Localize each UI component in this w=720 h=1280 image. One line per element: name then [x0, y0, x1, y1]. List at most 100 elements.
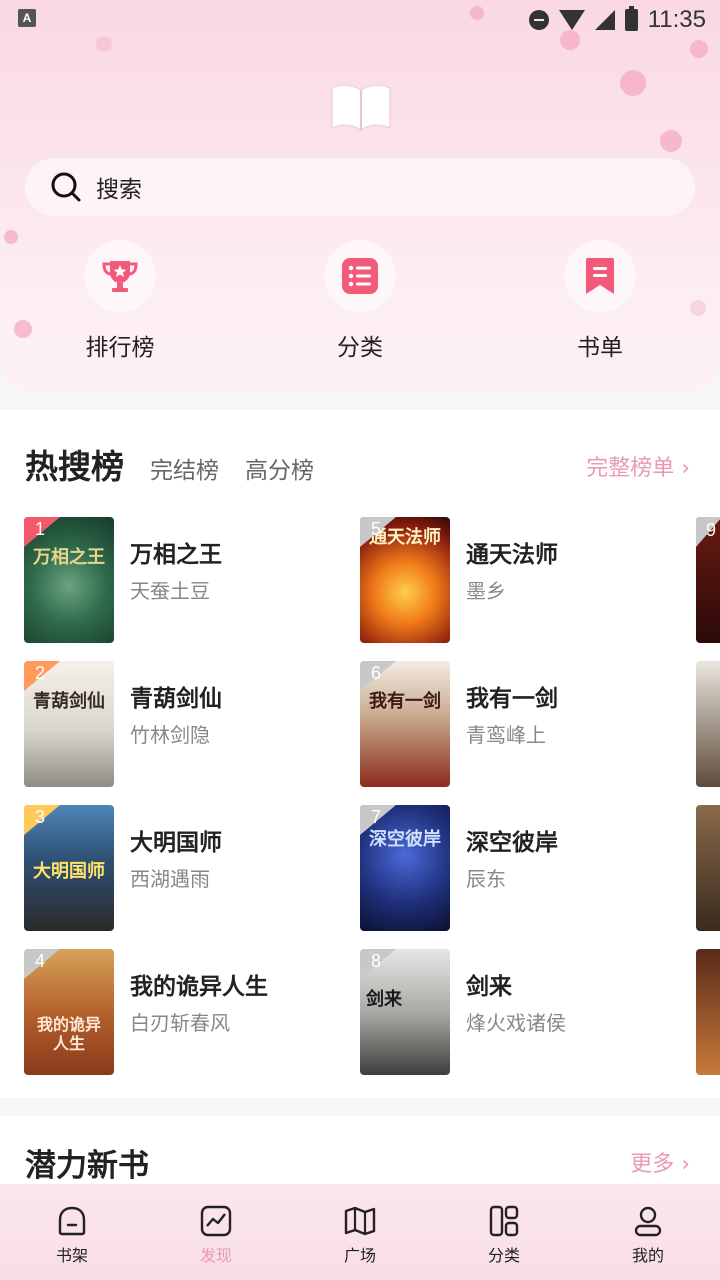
header-banner: A 11:35 搜索 排行榜 分类 书单	[0, 0, 720, 392]
book-item[interactable]: 我有一剑 6 我有一剑 青鸾峰上	[360, 661, 690, 787]
rank-number: 2	[35, 663, 46, 683]
book-cover: 我有一剑 6	[360, 661, 450, 787]
blossom-decoration	[96, 36, 112, 52]
book-title: 我的诡异人生	[130, 974, 268, 1000]
book-title: 大明国师	[130, 830, 222, 856]
more-link[interactable]: 更多 ›	[630, 1146, 690, 1178]
blossom-decoration	[620, 70, 646, 96]
category-entry[interactable]: 分类	[285, 240, 435, 362]
book-cover-peek[interactable]	[696, 949, 720, 1075]
cover-title: 万相之王	[33, 547, 105, 568]
book-author: 竹林剑隐	[130, 723, 210, 747]
open-book-icon	[331, 84, 391, 132]
notification-icon: A	[18, 9, 36, 27]
bottom-navigation: 书架 发现 广场 分类 我的	[0, 1184, 720, 1280]
booklist-label: 书单	[577, 335, 623, 361]
book-cover: 深空彼岸 7	[360, 805, 450, 931]
tab-hot-search[interactable]: 热搜榜	[25, 440, 124, 488]
book-author: 青鸾峰上	[466, 723, 546, 747]
book-author: 天蚕土豆	[130, 579, 210, 603]
category-icon	[489, 1205, 519, 1237]
signal-icon	[594, 10, 615, 30]
book-title: 剑来	[466, 974, 512, 1000]
status-bar: A 11:35	[0, 0, 720, 36]
book-author: 白刃斩春风	[130, 1011, 230, 1035]
rank-number: 1	[35, 519, 46, 539]
nav-category[interactable]: 分类	[432, 1184, 576, 1280]
book-title: 万相之王	[130, 542, 222, 568]
cover-title: 青葫剑仙	[33, 691, 105, 712]
book-cover-peek[interactable]	[696, 661, 720, 787]
book-author: 西湖遇雨	[130, 867, 210, 891]
rank-number: 3	[35, 807, 46, 827]
book-title: 深空彼岸	[466, 830, 558, 856]
rank-number: 4	[35, 951, 46, 971]
bookmark-icon	[586, 258, 614, 294]
book-cover: 通天法师 5	[360, 517, 450, 643]
book-title: 通天法师	[466, 542, 558, 568]
blossom-decoration	[660, 130, 682, 152]
search-icon	[51, 172, 81, 202]
book-cover: 剑来 8	[360, 949, 450, 1075]
cover-title: 我的诡异人生	[36, 1015, 101, 1053]
book-item[interactable]: 万相之王 1 万相之王 天蚕土豆	[24, 517, 354, 643]
nav-label: 广场	[343, 1246, 376, 1265]
full-ranking-link[interactable]: 完整榜单 ›	[586, 450, 690, 482]
bookmark-icon-wrap	[564, 240, 636, 312]
nav-discover[interactable]: 发现	[144, 1184, 288, 1280]
map-icon	[344, 1206, 376, 1236]
search-input[interactable]: 搜索	[96, 170, 142, 204]
book-cover-peek[interactable]	[696, 805, 720, 931]
hot-ranking-section: 热搜榜 完结榜 高分榜 完整榜单 › 万相之王 1 万相之王 天蚕土豆 青葫剑仙…	[0, 410, 720, 1098]
ranking-entry[interactable]: 排行榜	[45, 240, 195, 362]
book-item[interactable]: 青葫剑仙 2 青葫剑仙 竹林剑隐	[24, 661, 354, 787]
book-cover: 青葫剑仙 2	[24, 661, 114, 787]
book-item[interactable]: 我的诡异人生 4 我的诡异人生 白刃斩春风	[24, 949, 354, 1075]
status-time: 11:35	[647, 6, 706, 33]
book-cover: 万相之王 1	[24, 517, 114, 643]
cover-title: 大明国师	[33, 861, 105, 882]
booklist-entry[interactable]: 书单	[525, 240, 675, 362]
rank-number: 5	[371, 519, 382, 539]
ranking-tabs: 热搜榜 完结榜 高分榜	[25, 440, 314, 488]
blossom-decoration	[4, 230, 18, 244]
blossom-decoration	[690, 40, 708, 58]
tab-high-score[interactable]: 高分榜	[245, 451, 314, 485]
cover-title: 我有一剑	[369, 691, 441, 712]
rank-number: 8	[371, 951, 382, 971]
book-item[interactable]: 深空彼岸 7 深空彼岸 辰东	[360, 805, 690, 931]
nav-profile[interactable]: 我的	[576, 1184, 720, 1280]
blossom-decoration	[690, 300, 706, 316]
book-cover: 我的诡异人生 4	[24, 949, 114, 1075]
list-icon-wrap	[324, 240, 396, 312]
nav-label: 发现	[199, 1246, 232, 1265]
book-author: 烽火戏诸侯	[466, 1011, 566, 1035]
wifi-icon	[558, 10, 585, 30]
section-title: 潜力新书	[25, 1148, 149, 1184]
category-label: 分类	[337, 335, 383, 361]
blossom-decoration	[14, 320, 32, 338]
rank-number: 7	[371, 807, 382, 827]
book-author: 辰东	[466, 867, 506, 891]
nav-bookshelf[interactable]: 书架	[0, 1184, 144, 1280]
book-item[interactable]: 剑来 8 剑来 烽火戏诸侯	[360, 949, 690, 1075]
book-cover-peek[interactable]: 9	[696, 517, 720, 643]
nav-square[interactable]: 广场	[288, 1184, 432, 1280]
cover-title: 剑来	[366, 989, 402, 1010]
nav-label: 书架	[55, 1246, 88, 1265]
book-author: 墨乡	[466, 579, 506, 603]
book-cover: 大明国师 3	[24, 805, 114, 931]
do-not-disturb-icon	[528, 10, 549, 30]
ranking-label: 排行榜	[85, 335, 155, 361]
search-bar[interactable]: 搜索	[25, 158, 695, 216]
nav-label: 分类	[487, 1246, 520, 1265]
book-item[interactable]: 大明国师 3 大明国师 西湖遇雨	[24, 805, 354, 931]
bookshelf-icon	[58, 1206, 86, 1236]
book-item[interactable]: 通天法师 5 通天法师 墨乡	[360, 517, 690, 643]
trophy-icon-wrap	[84, 240, 156, 312]
nav-label: 我的	[631, 1246, 664, 1265]
tab-finished[interactable]: 完结榜	[150, 451, 219, 485]
cover-title: 深空彼岸	[369, 829, 441, 850]
rank-number: 6	[371, 663, 382, 683]
rank-number: 9	[706, 520, 717, 540]
